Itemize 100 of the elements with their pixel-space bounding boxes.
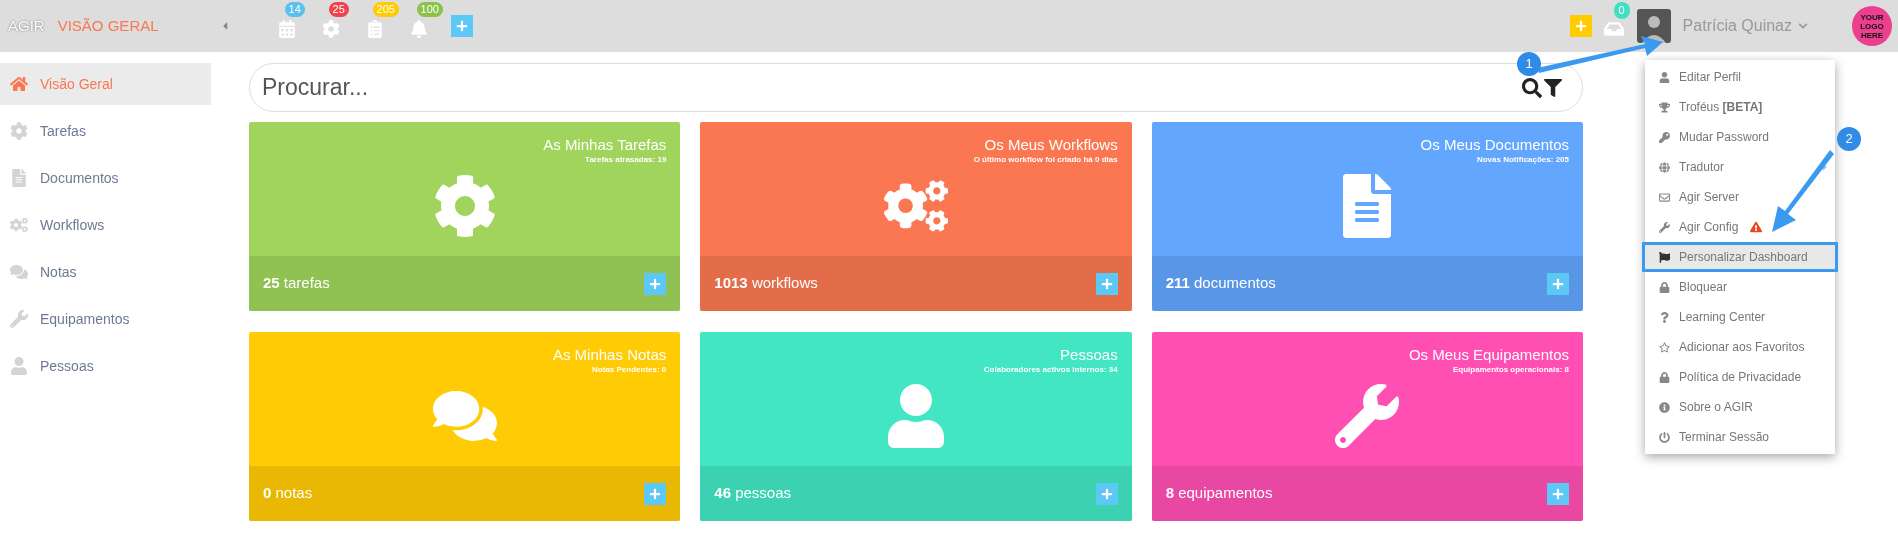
gear-icon <box>432 174 497 238</box>
question-icon <box>1659 311 1670 323</box>
dashboard-card[interactable]: Os Meus Workflows O último workflow foi criado há 0 dias 1013 workflows <box>700 122 1132 311</box>
add-button[interactable] <box>1095 482 1118 505</box>
plus-icon <box>649 277 662 290</box>
add-button[interactable] <box>1547 482 1569 505</box>
search-icon[interactable] <box>1522 77 1542 98</box>
globe-icon <box>1659 161 1670 173</box>
menu-label: Política de Privacidade <box>1679 369 1802 386</box>
wrench-icon <box>1335 384 1400 448</box>
sidebar-item[interactable]: Tarefas <box>0 110 211 152</box>
avatar-icon[interactable] <box>1636 9 1671 43</box>
bell-icon <box>409 20 428 38</box>
card-subtitle: Novas Notificações: 205 <box>1476 154 1569 166</box>
card-count: 1013 workflows <box>714 273 818 294</box>
sidebar-item[interactable]: Notas <box>0 251 211 293</box>
sidebar-item[interactable]: Equipamentos <box>0 298 211 340</box>
home-icon <box>10 75 28 93</box>
menu-item[interactable]: Personalizar Dashboard <box>1642 242 1838 272</box>
dashboard-card[interactable]: Os Meus Equipamentos Equipamentos operacionais: 8 8 equipamentos <box>1151 332 1583 521</box>
add-button[interactable] <box>1547 272 1569 295</box>
card-count: 25 tarefas <box>263 273 330 294</box>
info-icon <box>1659 401 1670 413</box>
menu-item[interactable]: Mudar Password <box>1645 122 1835 152</box>
menu-item[interactable]: Troféus [BETA] <box>1645 92 1835 122</box>
menu-item[interactable]: Terminar Sessão <box>1645 422 1835 452</box>
menu-label: Learning Center <box>1679 309 1766 326</box>
sidebar-item[interactable]: Workflows <box>0 204 211 246</box>
add-button[interactable] <box>644 482 667 505</box>
count-badge: 25 <box>328 2 349 17</box>
sidebar-item[interactable]: Documentos <box>0 157 211 199</box>
dashboard-card[interactable]: Os Meus Documentos Novas Notificações: 205 211 documentos <box>1151 122 1583 311</box>
menu-label: Troféus [BETA] <box>1679 99 1763 116</box>
plus-icon <box>1574 20 1587 32</box>
card-title: As Minhas Notas <box>552 346 667 364</box>
add-button[interactable] <box>1095 272 1118 295</box>
document-icon <box>365 20 384 38</box>
plus-icon <box>1100 277 1113 290</box>
card-subtitle: Equipamentos operacionais: 8 <box>1452 364 1569 376</box>
add-button[interactable] <box>450 15 473 37</box>
filter-icon[interactable] <box>1544 78 1562 97</box>
gears-icon <box>10 216 28 234</box>
menu-label: Sobre o AGIR <box>1679 399 1754 416</box>
lock-icon <box>1659 371 1670 383</box>
menu-label: Personalizar Dashboard <box>1679 249 1808 266</box>
sidebar-item[interactable]: Pessoas <box>0 345 211 387</box>
card-title: Pessoas <box>1060 346 1118 364</box>
menu-label: Agir Config <box>1679 219 1739 236</box>
page-title: VISÃO GERAL <box>57 15 159 36</box>
card-count: 8 equipamentos <box>1165 483 1273 504</box>
menu-item[interactable]: Política de Privacidade <box>1645 362 1835 392</box>
callout-number: 2 <box>1837 127 1861 151</box>
menu-item[interactable]: Learning Center <box>1645 302 1835 332</box>
menu-label: Mudar Password <box>1679 129 1770 146</box>
card-subtitle: Notas Pendentes: 0 <box>592 364 667 376</box>
add-button[interactable] <box>644 272 667 295</box>
menu-label: Tradutor <box>1679 159 1724 176</box>
plus-icon <box>1100 487 1113 500</box>
card-subtitle: Tarefas atrasadas: 19 <box>585 154 667 166</box>
plus-icon <box>1552 277 1564 290</box>
count-badge: 14 <box>284 2 305 17</box>
company-logo: YOUR LOGO HERE <box>1852 6 1892 46</box>
calendar-icon <box>277 20 296 38</box>
card-title: Os Meus Documentos <box>1420 136 1569 154</box>
inbox-icon[interactable] <box>1603 20 1624 38</box>
menu-item[interactable]: Agir Config <box>1645 212 1835 242</box>
sidebar-item[interactable]: Visão Geral <box>0 63 211 105</box>
menu-label: Terminar Sessão <box>1679 429 1770 446</box>
count-badge: 205 <box>372 2 399 17</box>
menu-label: Adicionar aos Favoritos <box>1679 339 1805 356</box>
chevron-down-icon[interactable] <box>1798 21 1808 31</box>
envelope-icon <box>1659 191 1670 203</box>
chat-icon <box>10 263 28 281</box>
card-title: Os Meus Equipamentos <box>1408 346 1569 364</box>
trophy-icon <box>1659 101 1670 113</box>
count-badge: 0 <box>1613 2 1630 19</box>
card-count: 46 pessoas <box>714 483 792 504</box>
card-title: Os Meus Workflows <box>984 136 1118 154</box>
add-button[interactable] <box>1569 15 1592 37</box>
gear-icon <box>10 122 28 140</box>
card-title: As Minhas Tarefas <box>543 136 667 154</box>
menu-label: Agir Server <box>1679 189 1740 206</box>
menu-item[interactable]: Agir Server <box>1645 182 1835 212</box>
user-icon <box>1659 71 1670 83</box>
wrench-icon <box>10 310 28 328</box>
menu-item[interactable]: Sobre o AGIR <box>1645 392 1835 422</box>
menu-label: Editar Perfil <box>1679 69 1742 86</box>
key-icon <box>1659 131 1670 143</box>
plus-icon <box>1552 487 1564 500</box>
star-icon <box>1659 341 1670 353</box>
menu-item[interactable]: Bloquear <box>1645 272 1835 302</box>
plus-icon <box>649 487 662 500</box>
callout-number: 1 <box>1517 52 1541 76</box>
card-count: 211 documentos <box>1165 273 1276 294</box>
gear-icon <box>321 20 340 38</box>
flag-icon <box>1659 251 1670 263</box>
plus-icon <box>455 20 468 32</box>
menu-item[interactable]: Editar Perfil <box>1645 62 1835 92</box>
card-count: 0 notas <box>263 483 313 504</box>
menu-item[interactable]: Adicionar aos Favoritos <box>1645 332 1835 362</box>
